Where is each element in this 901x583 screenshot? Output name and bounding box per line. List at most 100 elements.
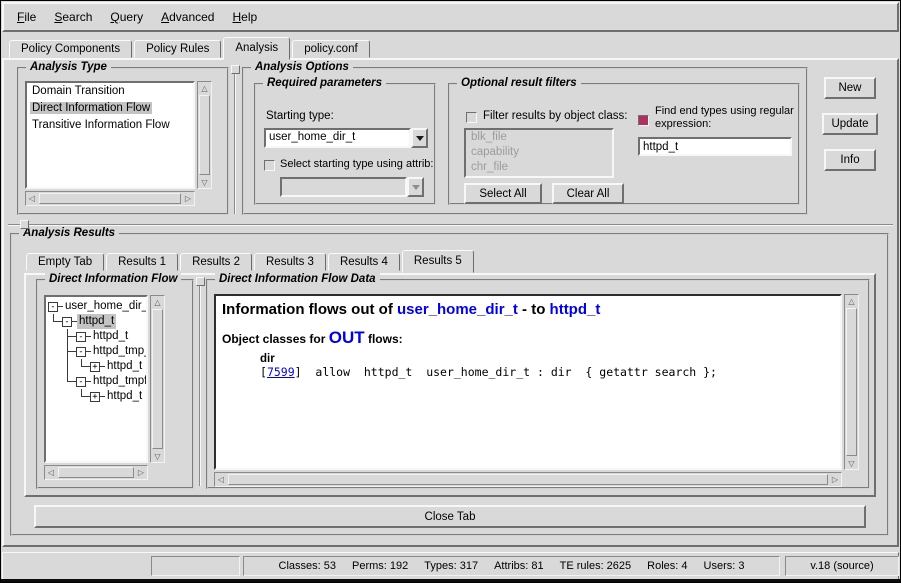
scroll-down-icon[interactable]: [198, 176, 211, 188]
scrollbar-thumb[interactable]: [228, 474, 828, 485]
scroll-up-icon[interactable]: [151, 296, 164, 308]
object-class-name: dir: [260, 353, 834, 365]
tree-node-label[interactable]: user_home_dir_t: [63, 299, 148, 314]
pane-sash-handle[interactable]: [196, 277, 205, 286]
tree-expander-icon[interactable]: -: [76, 377, 86, 387]
scroll-up-icon[interactable]: [198, 82, 211, 94]
attrib-combo-value: [280, 177, 407, 197]
tree-expander-icon[interactable]: -: [76, 332, 86, 342]
scroll-right-icon[interactable]: [135, 466, 147, 479]
list-item[interactable]: Direct Information Flow: [27, 100, 193, 117]
starting-type-combobox[interactable]: user_home_dir_t: [264, 128, 428, 148]
tree-node[interactable]: + httpd_t: [48, 389, 146, 404]
tree-connector: [62, 374, 76, 389]
tree-node-label[interactable]: httpd_t: [91, 329, 130, 344]
scroll-down-icon[interactable]: [845, 457, 858, 469]
required-parameters-title: Required parameters: [263, 77, 386, 89]
stat-roles: Roles: 4: [647, 560, 687, 572]
tab-results-2[interactable]: Results 2: [180, 253, 252, 271]
tree-node[interactable]: - httpd_tmpfs_t: [48, 374, 146, 389]
tree-node-label[interactable]: httpd_t: [77, 314, 116, 329]
tree-node[interactable]: + httpd_t: [48, 359, 146, 374]
object-class-checkbox[interactable]: [466, 112, 477, 123]
regex-checkbox[interactable]: [638, 115, 649, 126]
tree-node-label[interactable]: httpd_tmp_t: [91, 344, 148, 359]
scrollbar-thumb[interactable]: [39, 193, 181, 204]
main-tab-bar: Policy Components Policy Rules Analysis …: [9, 37, 372, 60]
scroll-up-icon[interactable]: [845, 295, 858, 307]
tree-expander-icon[interactable]: -: [76, 347, 86, 357]
pane-divider: [199, 286, 201, 486]
rule-number-link[interactable]: 7599: [267, 365, 295, 379]
tab-empty-tab[interactable]: Empty Tab: [26, 253, 104, 271]
scrollbar-thumb[interactable]: [846, 308, 857, 456]
stat-perms: Perms: 192: [352, 560, 408, 572]
analysis-type-listbox: Domain Transition Direct Information Flo…: [25, 81, 195, 189]
tree-expander-icon[interactable]: -: [48, 302, 58, 312]
scroll-right-icon[interactable]: [182, 192, 194, 205]
scrollbar-thumb[interactable]: [58, 467, 134, 478]
tree-node[interactable]: - httpd_t: [48, 314, 146, 329]
scroll-left-icon[interactable]: [215, 473, 227, 486]
flow-data-vscrollbar[interactable]: [844, 294, 859, 470]
menu-advanced[interactable]: Advanced: [152, 4, 223, 30]
menu-help[interactable]: Help: [223, 4, 266, 30]
pane-sash-handle[interactable]: [20, 220, 29, 229]
tree-node-label[interactable]: httpd_t: [105, 359, 144, 374]
info-button[interactable]: Info: [824, 149, 876, 171]
tab-results-4[interactable]: Results 4: [328, 253, 400, 271]
flow-data-hscrollbar[interactable]: [214, 472, 842, 487]
policy-version: v.18 (source): [810, 560, 873, 572]
flow-data-textarea[interactable]: Information flows out of user_home_dir_t…: [214, 294, 842, 470]
combo-dropdown-button[interactable]: [411, 128, 428, 148]
tree-node[interactable]: - httpd_tmp_t: [48, 344, 146, 359]
scroll-left-icon[interactable]: [45, 466, 57, 479]
tree-node-label[interactable]: httpd_t: [105, 389, 144, 404]
stat-te-rules: TE rules: 2625: [560, 560, 632, 572]
analysis-type-vscrollbar[interactable]: [197, 81, 212, 189]
tree-connector: [48, 314, 62, 329]
select-all-button[interactable]: Select All: [464, 183, 542, 204]
tab-results-1[interactable]: Results 1: [106, 253, 178, 271]
attrib-checkbox[interactable]: [264, 160, 275, 171]
window-bottom-edge: [1, 579, 900, 582]
tree-node-label[interactable]: httpd_tmpfs_t: [91, 374, 148, 389]
pane-divider: [234, 74, 236, 214]
regex-input[interactable]: [638, 137, 792, 156]
tree-expander-icon[interactable]: -: [62, 317, 72, 327]
tree-connector: [76, 359, 90, 374]
tab-policy-components[interactable]: Policy Components: [9, 40, 132, 58]
scroll-left-icon[interactable]: [26, 192, 38, 205]
update-button[interactable]: Update: [822, 113, 878, 135]
scrollbar-thumb[interactable]: [199, 95, 210, 175]
starting-type-value[interactable]: user_home_dir_t: [264, 128, 411, 148]
list-item[interactable]: Domain Transition: [27, 83, 193, 100]
object-class-listbox: blk_file capability chr_file: [464, 128, 614, 178]
analysis-type-hscrollbar[interactable]: [25, 191, 195, 206]
list-item[interactable]: Transitive Information Flow: [27, 117, 193, 134]
flow-tree-hscrollbar[interactable]: [44, 465, 148, 480]
menu-file[interactable]: File: [8, 4, 45, 30]
target-type: httpd_t: [550, 301, 601, 318]
scrollbar-thumb[interactable]: [152, 309, 163, 449]
tab-results-5[interactable]: Results 5: [402, 250, 474, 273]
tab-analysis[interactable]: Analysis: [223, 37, 290, 60]
scroll-down-icon[interactable]: [151, 450, 164, 462]
clear-all-button[interactable]: Clear All: [552, 183, 624, 204]
menu-search[interactable]: Search: [45, 4, 101, 30]
chevron-down-icon: [416, 136, 424, 141]
tree-expander-icon[interactable]: +: [90, 392, 100, 402]
scroll-right-icon[interactable]: [829, 473, 841, 486]
tree-node[interactable]: - httpd_t: [48, 329, 146, 344]
status-empty-box: [151, 556, 240, 576]
menu-query[interactable]: Query: [101, 4, 152, 30]
tab-policy-rules[interactable]: Policy Rules: [134, 40, 221, 58]
pane-sash-handle[interactable]: [231, 65, 240, 74]
close-tab-button[interactable]: Close Tab: [34, 505, 866, 528]
new-button[interactable]: New: [824, 77, 876, 99]
tree-node[interactable]: - user_home_dir_t: [48, 299, 146, 314]
tab-policy-conf[interactable]: policy.conf: [292, 40, 369, 58]
flow-tree-vscrollbar[interactable]: [150, 295, 165, 463]
tab-results-3[interactable]: Results 3: [254, 253, 326, 271]
tree-expander-icon[interactable]: +: [90, 362, 100, 372]
